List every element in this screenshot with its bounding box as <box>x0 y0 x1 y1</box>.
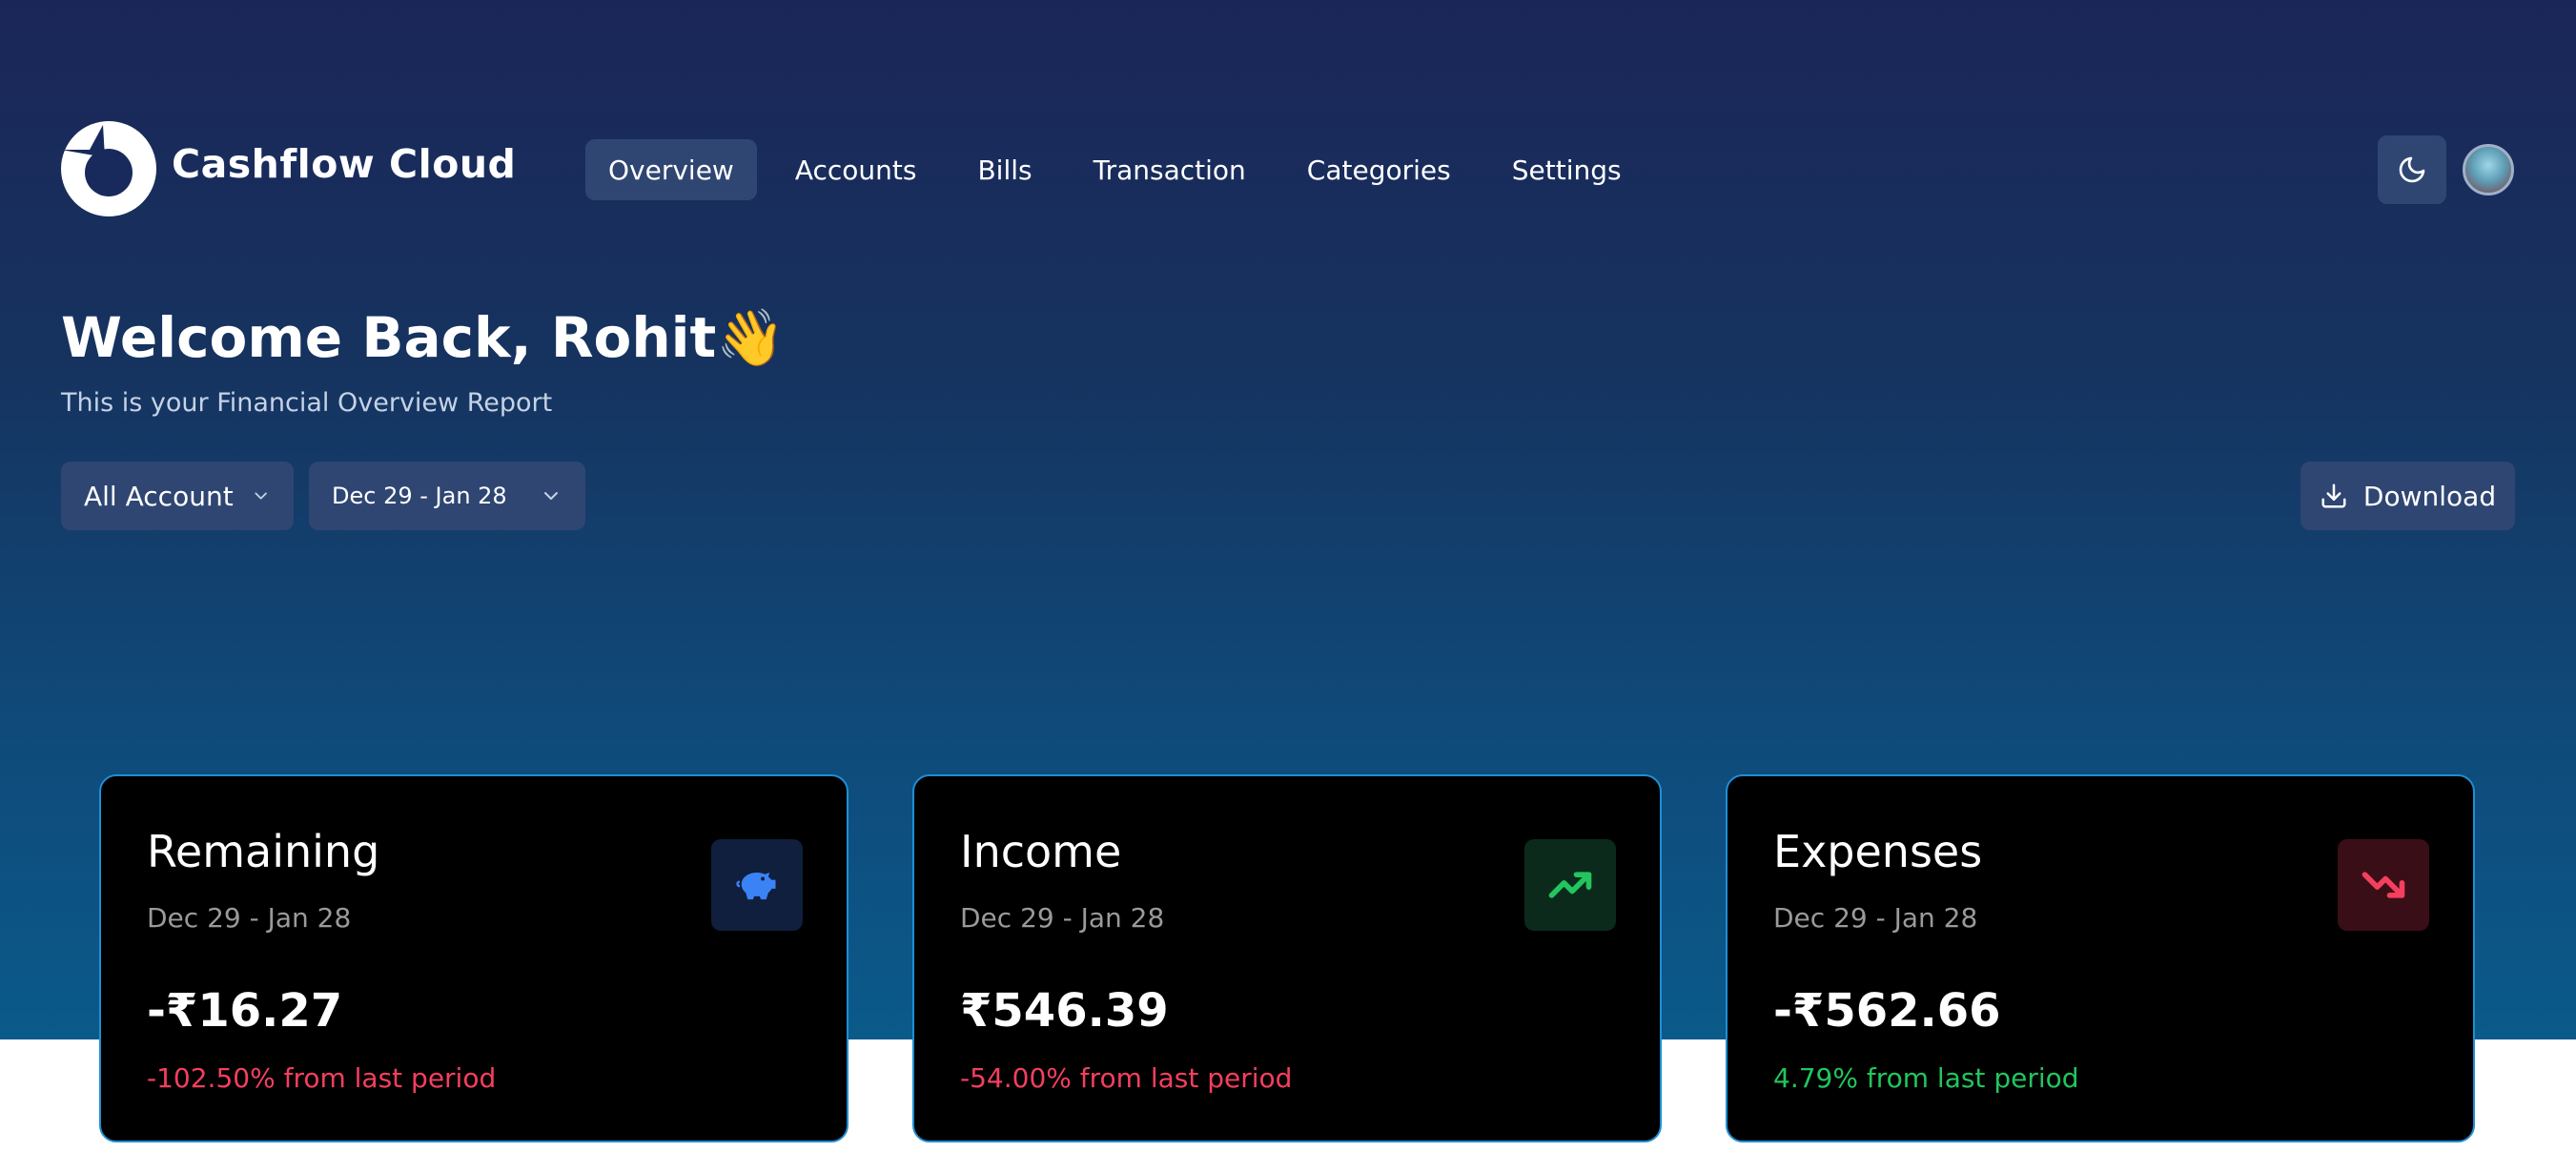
nav-bills[interactable]: Bills <box>954 139 1054 200</box>
nav-categories[interactable]: Categories <box>1284 139 1474 200</box>
card-title: Income <box>960 826 1122 877</box>
nav-overview[interactable]: Overview <box>585 139 757 200</box>
card-date-range: Dec 29 - Jan 28 <box>147 902 352 934</box>
account-select-value: All Account <box>84 480 234 512</box>
card-date-range: Dec 29 - Jan 28 <box>960 902 1165 934</box>
card-change: -102.50% from last period <box>147 1062 497 1094</box>
welcome-title: Welcome Back, Rohit👋 <box>61 305 786 370</box>
nav-settings[interactable]: Settings <box>1489 139 1645 200</box>
chevron-down-icon <box>544 492 558 500</box>
card-amount: -₹562.66 <box>1773 984 2001 1038</box>
download-label: Download <box>2362 480 2497 512</box>
app-name[interactable]: Cashflow Cloud <box>172 141 516 187</box>
card-change: 4.79% from last period <box>1773 1062 2079 1094</box>
cashflow-logo-icon[interactable] <box>61 121 156 216</box>
trending-down-icon <box>2338 839 2429 931</box>
income-card: Income Dec 29 - Jan 28 ₹546.39 -54.00% f… <box>912 774 1662 1142</box>
download-icon <box>2321 483 2346 508</box>
moon-icon <box>2399 156 2425 183</box>
theme-toggle-button[interactable] <box>2378 135 2446 204</box>
card-title: Remaining <box>147 826 380 877</box>
download-button[interactable]: Download <box>2300 462 2515 530</box>
nav-accounts[interactable]: Accounts <box>772 139 940 200</box>
trending-up-icon <box>1524 839 1616 931</box>
user-avatar[interactable] <box>2463 144 2514 195</box>
piggy-bank-icon <box>711 839 803 931</box>
welcome-subtitle: This is your Financial Overview Report <box>61 388 553 418</box>
card-title: Expenses <box>1773 826 1983 877</box>
main-nav: Overview Accounts Bills Transaction Cate… <box>585 139 1645 200</box>
card-amount: -₹16.27 <box>147 984 343 1038</box>
expenses-card: Expenses Dec 29 - Jan 28 -₹562.66 4.79% … <box>1726 774 2475 1142</box>
remaining-card: Remaining Dec 29 - Jan 28 -₹16.27 -102.5… <box>99 774 848 1142</box>
chevron-down-icon <box>255 492 267 500</box>
date-range-value: Dec 29 - Jan 28 <box>332 483 507 509</box>
account-select[interactable]: All Account <box>61 462 294 530</box>
card-date-range: Dec 29 - Jan 28 <box>1773 902 1978 934</box>
date-range-select[interactable]: Dec 29 - Jan 28 <box>309 462 585 530</box>
card-change: -54.00% from last period <box>960 1062 1293 1094</box>
nav-transaction[interactable]: Transaction <box>1071 139 1269 200</box>
card-amount: ₹546.39 <box>960 984 1169 1038</box>
